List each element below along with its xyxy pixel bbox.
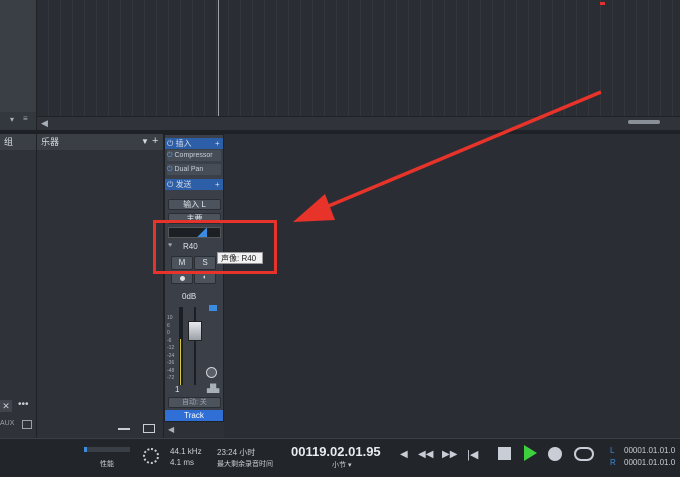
send-section-header[interactable]: ⏻ 发送 + xyxy=(165,179,223,190)
scale-tick: 10 xyxy=(167,315,173,321)
level-meter xyxy=(179,307,183,385)
strip-footer: ◀ xyxy=(164,422,224,438)
scale-tick: 0 xyxy=(167,330,170,336)
top-left-toolbar: ▾ ≡ xyxy=(0,112,36,130)
meter-config-icon[interactable] xyxy=(209,305,217,311)
go-to-start-icon[interactable]: |◀ xyxy=(467,448,478,461)
metronome-dial-icon[interactable] xyxy=(143,448,159,464)
instrument-header: 乐器 ▼ + xyxy=(37,134,163,150)
record-icon[interactable] xyxy=(548,447,562,461)
scale-tick: 6 xyxy=(167,322,170,329)
scale-tick: -12 xyxy=(167,345,175,351)
position-unit[interactable]: 小节 ▾ xyxy=(332,460,351,470)
scroll-left-icon[interactable]: ◀ xyxy=(41,118,48,129)
loop-end[interactable]: 00001.01.01.0 xyxy=(624,458,675,467)
stop-icon[interactable] xyxy=(498,447,511,460)
group-header: 组 xyxy=(0,134,36,150)
instrument-header-label: 乐器 xyxy=(41,137,60,147)
scale-tick: -6 xyxy=(167,337,172,344)
channel-edit-icon[interactable] xyxy=(206,367,217,378)
loop-left-label: L xyxy=(610,446,615,455)
record-time: 23:24 小时 xyxy=(217,448,256,457)
top-left-panel xyxy=(0,0,37,130)
rewind-icon[interactable]: ◀◀ xyxy=(418,449,433,460)
plugin-power-icon[interactable]: ⏻ xyxy=(167,166,173,173)
performance-meter xyxy=(84,447,130,452)
instrument-panel: 乐器 ▼ + xyxy=(37,134,164,438)
sample-rate: 44.1 kHz xyxy=(170,447,202,456)
insert-label: 插入 xyxy=(175,139,192,148)
latency: 4.1 ms xyxy=(170,458,195,467)
add-instrument-icon[interactable]: + xyxy=(152,133,158,149)
arrow-annotation xyxy=(293,90,602,222)
plugin-dual-pan[interactable]: ⏻ Dual Pan xyxy=(167,164,221,175)
position-unit-label: 小节 xyxy=(332,462,346,469)
track-name[interactable]: Track xyxy=(165,410,223,421)
aux-label[interactable]: AUX xyxy=(0,420,14,427)
window-icon[interactable] xyxy=(143,424,155,433)
plugin-dual-pan-label: Dual Pan xyxy=(174,166,204,173)
power-icon[interactable]: ⏻ xyxy=(165,139,173,148)
playhead[interactable] xyxy=(218,0,219,116)
plugin-compressor[interactable]: ⏻ Compressor xyxy=(167,150,221,161)
waveform-icon[interactable]: ▟▙ xyxy=(207,384,219,393)
scale-tick: -24 xyxy=(167,352,175,359)
highlight-box xyxy=(153,220,277,274)
plugin-power-icon[interactable]: ⏻ xyxy=(167,152,173,159)
menu-icon[interactable]: ≡ xyxy=(23,114,28,123)
pan-tooltip: 声像: R40 xyxy=(217,252,263,264)
performance-meter-fill xyxy=(84,447,87,452)
play-icon[interactable] xyxy=(524,445,537,461)
loop-icon[interactable] xyxy=(574,447,594,461)
scale-tick: -48 xyxy=(167,367,175,374)
arrow-head xyxy=(293,194,335,222)
collapse-arrow-icon[interactable]: ▾ xyxy=(10,115,14,124)
fader-track xyxy=(194,307,196,385)
monitor-icon: ◐ xyxy=(202,274,208,281)
add-send-icon[interactable]: + xyxy=(215,179,220,190)
dropdown-icon[interactable]: ▼ xyxy=(141,134,149,150)
transport-bar: 性能 44.1 kHz 4.1 ms 23:24 小时 最大剩余录音时间 001… xyxy=(0,438,680,477)
scrollbar-thumb[interactable] xyxy=(628,120,660,124)
send-label: 发送 xyxy=(175,180,192,189)
more-icon[interactable]: ••• xyxy=(18,400,29,410)
input-select[interactable]: 输入 L xyxy=(168,199,221,210)
close-icon[interactable]: ✕ xyxy=(0,400,12,412)
plugin-compressor-label: Compressor xyxy=(174,152,213,159)
loop-start[interactable]: 00001.01.01.0 xyxy=(624,446,675,455)
marker-flag-icon[interactable] xyxy=(600,2,605,5)
performance-label: 性能 xyxy=(100,461,114,468)
unit-dropdown-icon: ▾ xyxy=(347,462,352,469)
position-display[interactable]: 00119.02.01.95 xyxy=(291,444,381,459)
channel-strip: ⏻ 插入 + ⏻ Compressor ⏻ Dual Pan ⏻ 发送 + 输入… xyxy=(164,134,224,422)
minimize-icon[interactable] xyxy=(118,428,130,430)
gain-value: 0dB xyxy=(182,292,197,301)
fader-scale: 10 6 0 -6 -12 -24 -36 -48 -72 xyxy=(167,315,177,385)
automation-button[interactable]: 自动: 关 xyxy=(168,397,221,408)
group-panel: 组 ✕ ••• AUX xyxy=(0,134,37,438)
level-meter-fill xyxy=(180,339,181,385)
scale-tick: -36 xyxy=(167,360,175,366)
arrow-line xyxy=(318,90,602,212)
rewind-start-icon[interactable]: ◀ xyxy=(400,449,408,460)
power-icon[interactable]: ⏻ xyxy=(165,180,173,189)
fast-forward-icon[interactable]: ▶▶ xyxy=(442,449,457,460)
scale-tick: -72 xyxy=(167,375,175,381)
volume-fader-handle[interactable] xyxy=(188,321,202,341)
keyboard-icon[interactable] xyxy=(22,420,32,429)
record-time-label: 最大剩余录音时间 xyxy=(217,461,273,468)
record-icon xyxy=(180,276,185,281)
insert-section-header[interactable]: ⏻ 插入 + xyxy=(165,138,223,149)
channel-number: 1 xyxy=(175,385,180,394)
scroll-left-icon[interactable]: ◀ xyxy=(168,425,174,434)
loop-right-label: R xyxy=(610,458,616,467)
add-insert-icon[interactable]: + xyxy=(215,138,220,149)
